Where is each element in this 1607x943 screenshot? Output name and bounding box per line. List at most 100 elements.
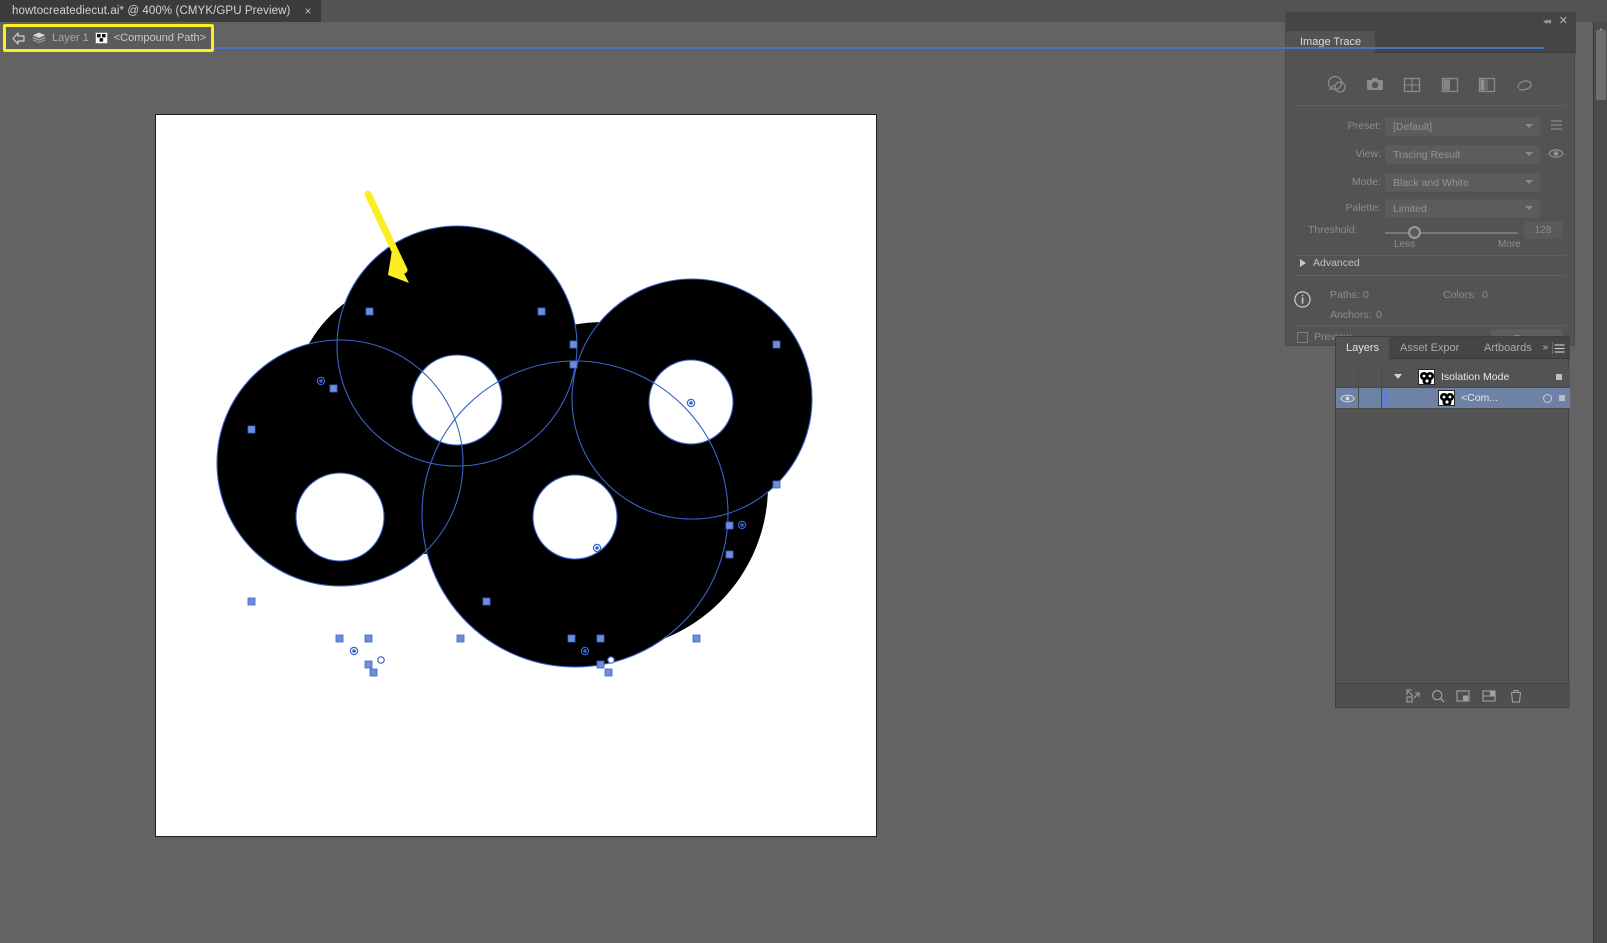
palette-value: Limited xyxy=(1393,202,1427,215)
image-trace-tabrow: Image Trace xyxy=(1286,31,1576,53)
create-new-layer-icon[interactable] xyxy=(1482,689,1496,703)
colors-value: 0 xyxy=(1482,289,1488,301)
vertical-scrollbar[interactable] xyxy=(1593,22,1607,943)
advanced-disclosure[interactable]: Advanced xyxy=(1286,253,1576,273)
layer-row-isolation-mode[interactable]: Isolation Mode xyxy=(1336,366,1570,388)
preset-menu-icon[interactable] xyxy=(1550,119,1563,131)
tab-asset-export[interactable]: Asset Expor xyxy=(1390,337,1469,359)
grayscale-icon[interactable] xyxy=(1439,74,1461,94)
lock-toggle[interactable] xyxy=(1359,366,1382,388)
close-icon[interactable]: ✕ xyxy=(1559,14,1568,27)
preset-label: Preset: xyxy=(1347,120,1381,132)
document-tab[interactable]: howtocreatediecut.ai* @ 400% (CMYK/GPU P… xyxy=(0,0,322,22)
view-label: View: xyxy=(1355,148,1382,160)
view-row[interactable]: View: Tracing Result xyxy=(1286,145,1576,165)
threshold-slider[interactable] xyxy=(1385,232,1518,234)
lock-toggle[interactable] xyxy=(1359,387,1382,409)
visibility-toggle[interactable] xyxy=(1336,387,1359,409)
chevron-down-icon xyxy=(1525,206,1533,210)
black-and-white-icon[interactable] xyxy=(1476,74,1498,94)
palette-select[interactable]: Limited xyxy=(1385,199,1540,218)
tab-artboards[interactable]: Artboards xyxy=(1474,337,1542,359)
mode-select[interactable]: Black and White xyxy=(1385,173,1540,192)
mode-value: Black and White xyxy=(1393,176,1469,189)
image-trace-panel[interactable]: ◂◂ ✕ Image Trace Preset: [Default] View:… xyxy=(1285,12,1576,349)
image-trace-titlebar[interactable]: ◂◂ ✕ xyxy=(1286,13,1576,31)
layers-panel-footer[interactable] xyxy=(1336,683,1570,707)
breadcrumb-object-label: <Compound Path> xyxy=(113,32,207,44)
threshold-value-field[interactable]: 128 xyxy=(1523,221,1563,239)
tab-layers[interactable]: Layers xyxy=(1336,337,1390,359)
illustrator-window: howtocreatediecut.ai* @ 400% (CMYK/GPU P… xyxy=(0,0,1607,943)
palette-row[interactable]: Palette: Limited xyxy=(1286,199,1576,219)
trace-info-block: Paths: 0 Colors: 0 Anchors: 0 xyxy=(1286,281,1576,321)
chevron-right-icon xyxy=(1300,259,1306,267)
divider xyxy=(1552,342,1553,354)
info-icon xyxy=(1294,291,1311,308)
locate-object-icon[interactable] xyxy=(1406,689,1420,703)
advanced-label: Advanced xyxy=(1313,257,1360,269)
auto-color-icon[interactable] xyxy=(1326,74,1348,94)
threshold-scale-labels: Less More xyxy=(1286,239,1576,253)
layers-panel[interactable]: Layers Asset Expor Artboards » Isolation… xyxy=(1335,336,1570,708)
layer-selection-indicator[interactable] xyxy=(1556,374,1562,380)
eye-icon[interactable] xyxy=(1340,393,1355,404)
delete-selection-icon[interactable] xyxy=(1509,689,1523,703)
layer-row-compound-path[interactable]: <Com... xyxy=(1336,387,1570,409)
threshold-slider-knob[interactable] xyxy=(1408,226,1421,239)
preview-checkbox[interactable] xyxy=(1297,332,1308,343)
image-trace-body: Preset: [Default] View: Tracing Result M… xyxy=(1286,53,1576,349)
eye-icon[interactable] xyxy=(1548,147,1564,160)
collapse-icon[interactable]: ◂◂ xyxy=(1543,16,1551,27)
low-color-icon[interactable] xyxy=(1401,74,1423,94)
make-clipping-mask-icon[interactable] xyxy=(1431,689,1445,703)
target-indicator-icon[interactable] xyxy=(1543,394,1552,403)
preset-row[interactable]: Preset: [Default] xyxy=(1286,117,1576,137)
object-name: <Com... xyxy=(1461,392,1499,404)
artboard xyxy=(155,114,877,837)
anchors-value: 0 xyxy=(1376,309,1382,321)
compound-path-icon xyxy=(94,32,108,44)
view-select[interactable]: Tracing Result xyxy=(1385,145,1540,164)
more-tabs-icon[interactable]: » xyxy=(1542,342,1548,353)
paths-value: 0 xyxy=(1363,289,1369,301)
divider xyxy=(1296,105,1566,106)
close-icon[interactable]: × xyxy=(304,5,311,17)
high-color-icon[interactable] xyxy=(1364,74,1386,94)
sublayer-indent-marker xyxy=(1384,391,1387,406)
create-new-sublayer-icon[interactable] xyxy=(1456,689,1470,703)
chevron-down-icon xyxy=(1525,152,1533,156)
paths-label: Paths: xyxy=(1330,289,1360,301)
chevron-down-icon xyxy=(1525,124,1533,128)
chevron-down-icon[interactable] xyxy=(1394,374,1402,379)
layers-panel-tabs: Layers Asset Expor Artboards » xyxy=(1336,337,1570,359)
mode-row[interactable]: Mode: Black and White xyxy=(1286,173,1576,193)
breadcrumb[interactable]: Layer 1 <Compound Path> xyxy=(6,27,211,49)
object-thumbnail xyxy=(1438,390,1455,406)
layer-thumbnail xyxy=(1418,369,1435,385)
threshold-label: Threshold: xyxy=(1308,224,1358,236)
mode-label: Mode: xyxy=(1351,176,1381,188)
breadcrumb-layer-label: Layer 1 xyxy=(52,32,89,44)
document-tab-title: howtocreatediecut.ai* @ 400% (CMYK/GPU P… xyxy=(12,5,291,17)
layer-name: Isolation Mode xyxy=(1441,371,1510,383)
panel-menu-icon[interactable] xyxy=(1554,344,1565,353)
layer-selection-indicator[interactable] xyxy=(1559,395,1565,401)
layer-count xyxy=(1336,673,1570,683)
chevron-down-icon xyxy=(1525,180,1533,184)
trace-preset-icon-strip[interactable] xyxy=(1326,71,1536,97)
divider xyxy=(1296,275,1566,276)
back-arrow-icon[interactable] xyxy=(12,31,26,45)
tab-image-trace[interactable]: Image Trace xyxy=(1286,31,1376,53)
preset-select[interactable]: [Default] xyxy=(1385,117,1540,136)
visibility-toggle[interactable] xyxy=(1336,366,1359,388)
outline-icon[interactable] xyxy=(1514,74,1536,94)
threshold-more-label: More xyxy=(1498,239,1521,250)
divider xyxy=(1296,325,1566,326)
layers-stack-icon xyxy=(32,32,46,43)
scrollbar-thumb[interactable] xyxy=(1596,30,1606,100)
colors-label: Colors: xyxy=(1443,289,1477,301)
palette-label: Palette: xyxy=(1345,202,1381,214)
preset-value: [Default] xyxy=(1393,120,1433,133)
threshold-less-label: Less xyxy=(1394,239,1416,250)
